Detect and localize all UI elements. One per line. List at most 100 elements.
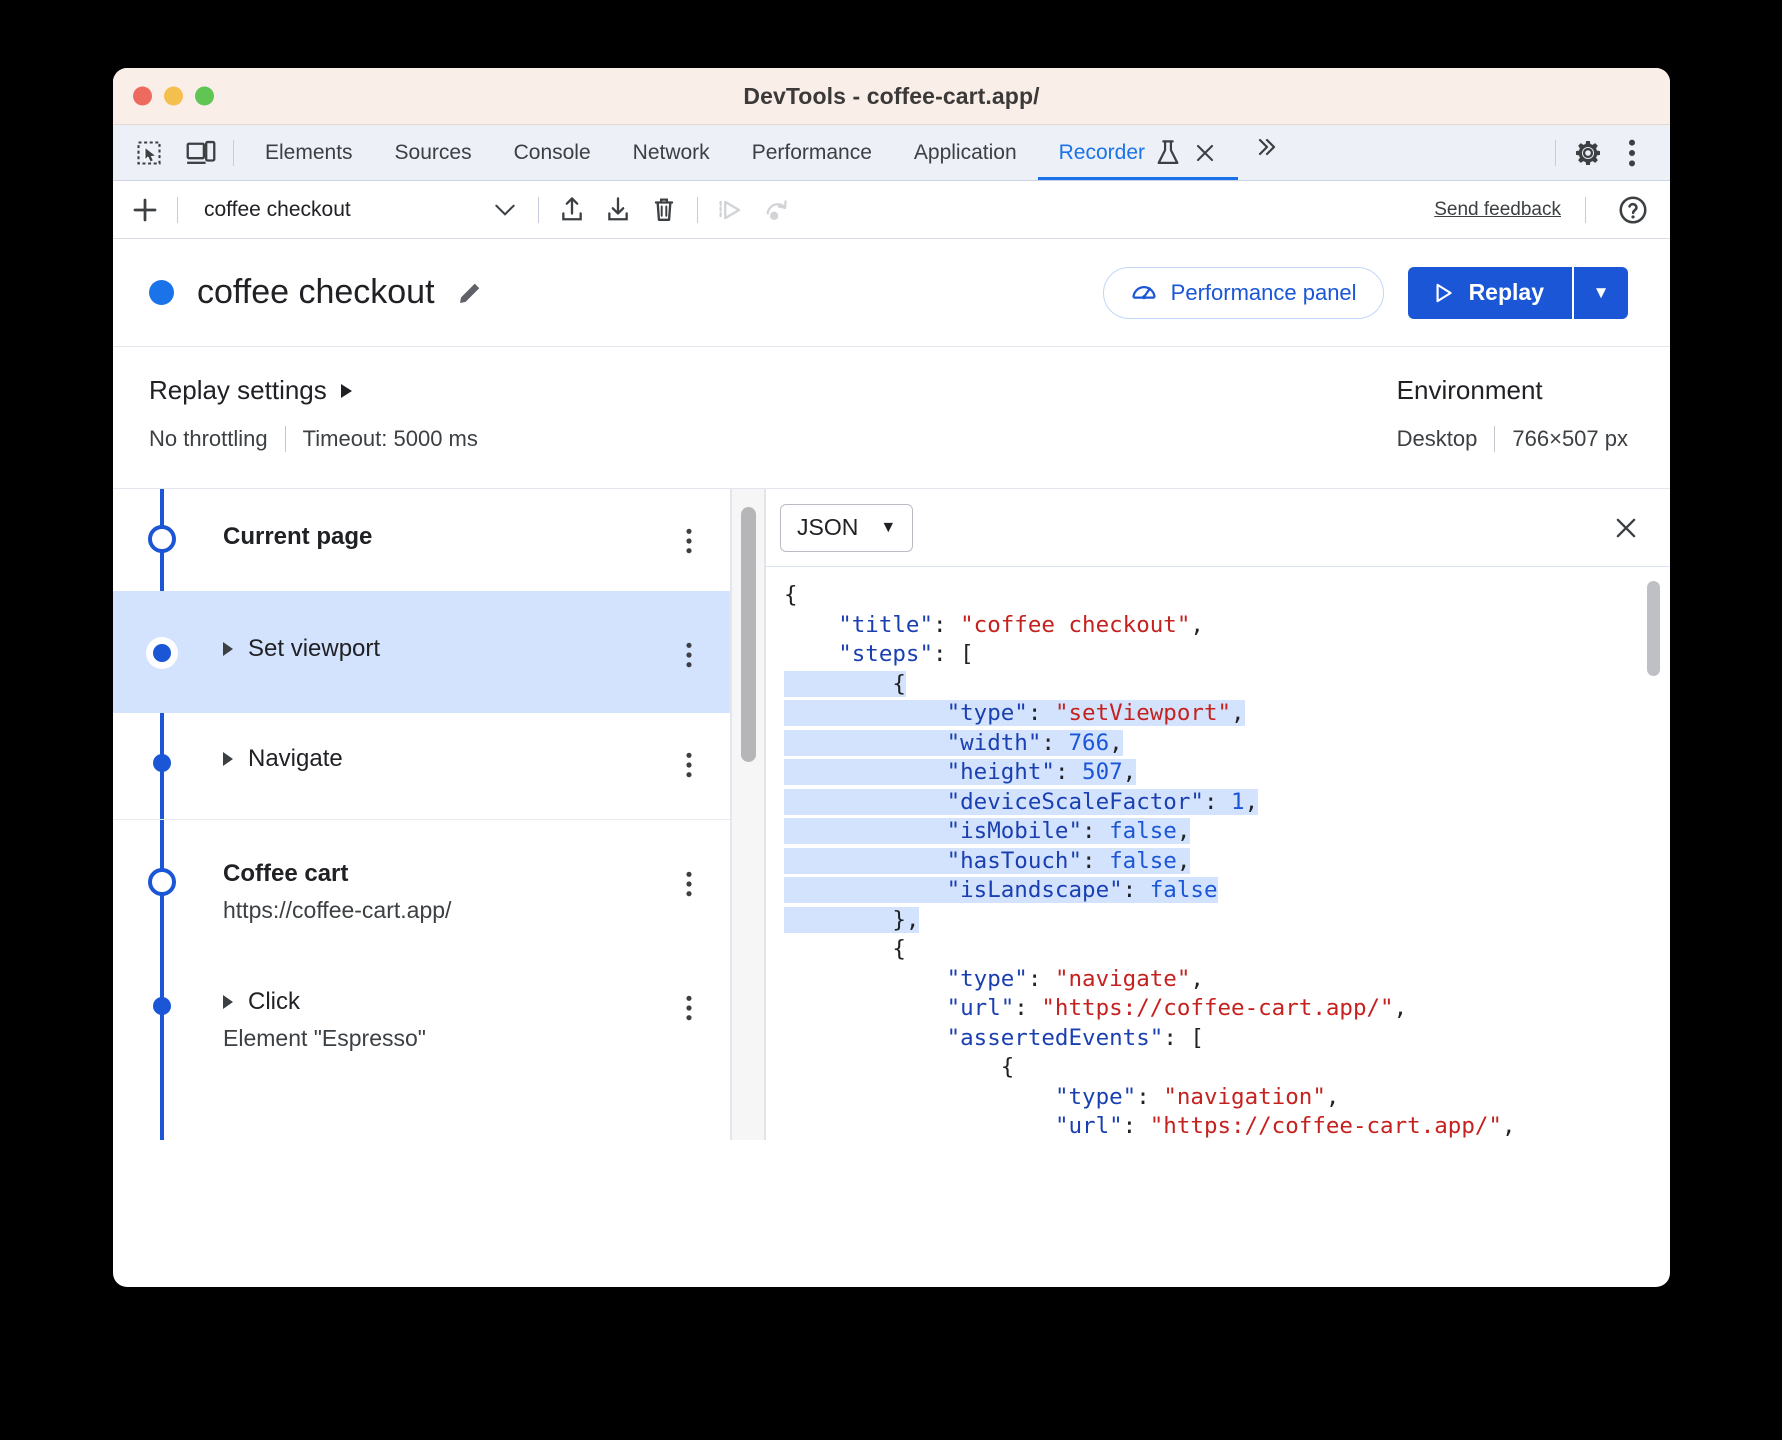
device-toolbar-icon[interactable] <box>179 131 223 175</box>
step-row-current-page[interactable]: Current page <box>113 489 730 591</box>
tab-sources[interactable]: Sources <box>374 125 493 180</box>
more-tabs-icon[interactable] <box>1244 125 1288 169</box>
devtools-tabbar: Elements Sources Console Network Perform… <box>113 125 1670 181</box>
step-content: Current page <box>223 523 668 551</box>
more-options-icon[interactable] <box>668 527 730 555</box>
replay-icon[interactable] <box>708 188 754 232</box>
tabbar-tabs: Elements Sources Console Network Perform… <box>244 125 1238 180</box>
tab-console[interactable]: Console <box>493 125 612 180</box>
screenshot-root: DevTools - coffee-cart.app/ <box>0 0 1782 1440</box>
step-marker <box>146 637 178 669</box>
recording-source-panel: JSON ▼ { "title": "coffee checkout", "st… <box>765 489 1670 1140</box>
marker-dot-icon <box>153 997 171 1015</box>
device-value: Desktop <box>1397 426 1478 452</box>
tab-network[interactable]: Network <box>612 125 731 180</box>
tab-label: Elements <box>265 141 353 165</box>
step-title-row: Navigate <box>223 745 668 773</box>
step-title-row: Current page <box>223 523 668 551</box>
more-options-icon[interactable] <box>1610 131 1654 175</box>
experiment-flask-icon <box>1155 139 1181 167</box>
toolbar-divider-4 <box>1585 197 1586 223</box>
tabbar-right-icons <box>1545 125 1666 180</box>
inspect-icon[interactable] <box>127 131 171 175</box>
timeout-value: Timeout: 5000 ms <box>303 426 478 452</box>
source-code-body[interactable]: { "title": "coffee checkout", "steps": [… <box>766 567 1670 1140</box>
format-select[interactable]: JSON ▼ <box>780 504 913 552</box>
import-icon[interactable] <box>549 188 595 232</box>
step-title-row: Set viewport <box>223 635 668 663</box>
steps-list: Current page <box>113 489 731 1140</box>
replay-settings-toggle[interactable]: Replay settings <box>149 375 478 406</box>
tab-label: Application <box>914 141 1017 165</box>
step-row-coffee-cart[interactable]: Coffee cart https://coffee-cart.app/ <box>113 819 730 958</box>
send-feedback-link[interactable]: Send feedback <box>1434 199 1561 221</box>
marker-dot-icon <box>153 644 171 662</box>
environment-group: Environment Desktop 766×507 px <box>1397 375 1628 488</box>
marker-ring-icon <box>148 868 176 896</box>
tab-label: Network <box>633 141 710 165</box>
replay-options-caret[interactable]: ▼ <box>1574 267 1628 319</box>
more-options-icon[interactable] <box>668 751 730 779</box>
step-title: Coffee cart <box>223 860 348 888</box>
minimize-window-button[interactable] <box>164 87 183 106</box>
play-icon <box>1430 280 1456 306</box>
splitter-thumb[interactable] <box>741 507 756 762</box>
settings-gear-icon[interactable] <box>1566 131 1610 175</box>
step-marker <box>146 523 178 555</box>
throttling-value: No throttling <box>149 426 268 452</box>
recording-select-value: coffee checkout <box>204 198 351 222</box>
recording-header: coffee checkout <box>113 239 1670 347</box>
tab-application[interactable]: Application <box>893 125 1038 180</box>
tab-elements[interactable]: Elements <box>244 125 374 180</box>
panel-splitter[interactable] <box>731 489 765 1140</box>
tab-label: Sources <box>395 141 472 165</box>
tabbar-right-divider <box>1555 140 1556 166</box>
window-titlebar: DevTools - coffee-cart.app/ <box>113 68 1670 125</box>
settings-strip: Replay settings No throttling Timeout: 5… <box>113 347 1670 489</box>
marker-dot-icon <box>153 754 171 772</box>
replay-button[interactable]: Replay <box>1408 267 1572 319</box>
step-subtitle: Element "Espresso" <box>223 1025 668 1052</box>
step-title: Navigate <box>248 745 343 773</box>
expand-step-icon[interactable] <box>223 752 233 766</box>
expand-step-icon[interactable] <box>223 642 233 656</box>
source-scrollbar[interactable] <box>1647 581 1660 676</box>
step-row-navigate[interactable]: Navigate <box>113 713 730 819</box>
tab-performance[interactable]: Performance <box>731 125 893 180</box>
more-options-icon[interactable] <box>668 641 730 669</box>
source-panel-toolbar: JSON ▼ <box>766 489 1670 567</box>
tabbar-divider <box>233 140 234 166</box>
performance-panel-button[interactable]: Performance panel <box>1103 267 1384 319</box>
replay-button-label: Replay <box>1469 279 1544 306</box>
replay-settings-group: Replay settings No throttling Timeout: 5… <box>149 375 478 488</box>
step-row-set-viewport[interactable]: Set viewport <box>113 591 730 713</box>
step-title: Click <box>248 988 300 1016</box>
step-subtitle: https://coffee-cart.app/ <box>223 897 668 924</box>
maximize-window-button[interactable] <box>195 87 214 106</box>
more-options-icon[interactable] <box>668 870 730 898</box>
step-title-row: Coffee cart <box>223 860 668 888</box>
export-icon[interactable] <box>595 188 641 232</box>
close-tab-icon[interactable] <box>1193 141 1217 165</box>
recording-select[interactable]: coffee checkout <box>188 198 528 222</box>
tab-label: Recorder <box>1059 141 1145 165</box>
replay-settings-values: No throttling Timeout: 5000 ms <box>149 426 478 452</box>
step-row-click[interactable]: Click Element "Espresso" <box>113 958 730 1078</box>
environment-label: Environment <box>1397 375 1628 406</box>
viewport-value: 766×507 px <box>1512 426 1628 452</box>
tabbar-left-icons <box>117 125 223 180</box>
close-icon[interactable] <box>1604 506 1648 550</box>
close-window-button[interactable] <box>133 87 152 106</box>
delete-icon[interactable] <box>641 188 687 232</box>
step-marker <box>146 747 178 779</box>
more-options-icon[interactable] <box>668 994 730 1022</box>
help-icon[interactable] <box>1610 188 1656 232</box>
create-recording-button[interactable] <box>123 188 167 232</box>
pencil-icon[interactable] <box>454 277 486 309</box>
expand-step-icon[interactable] <box>223 995 233 1009</box>
record-icon[interactable] <box>754 188 800 232</box>
tab-recorder[interactable]: Recorder <box>1038 125 1238 180</box>
value-divider <box>1494 426 1495 452</box>
step-marker <box>146 990 178 1022</box>
caret-down-icon: ▼ <box>880 519 896 537</box>
